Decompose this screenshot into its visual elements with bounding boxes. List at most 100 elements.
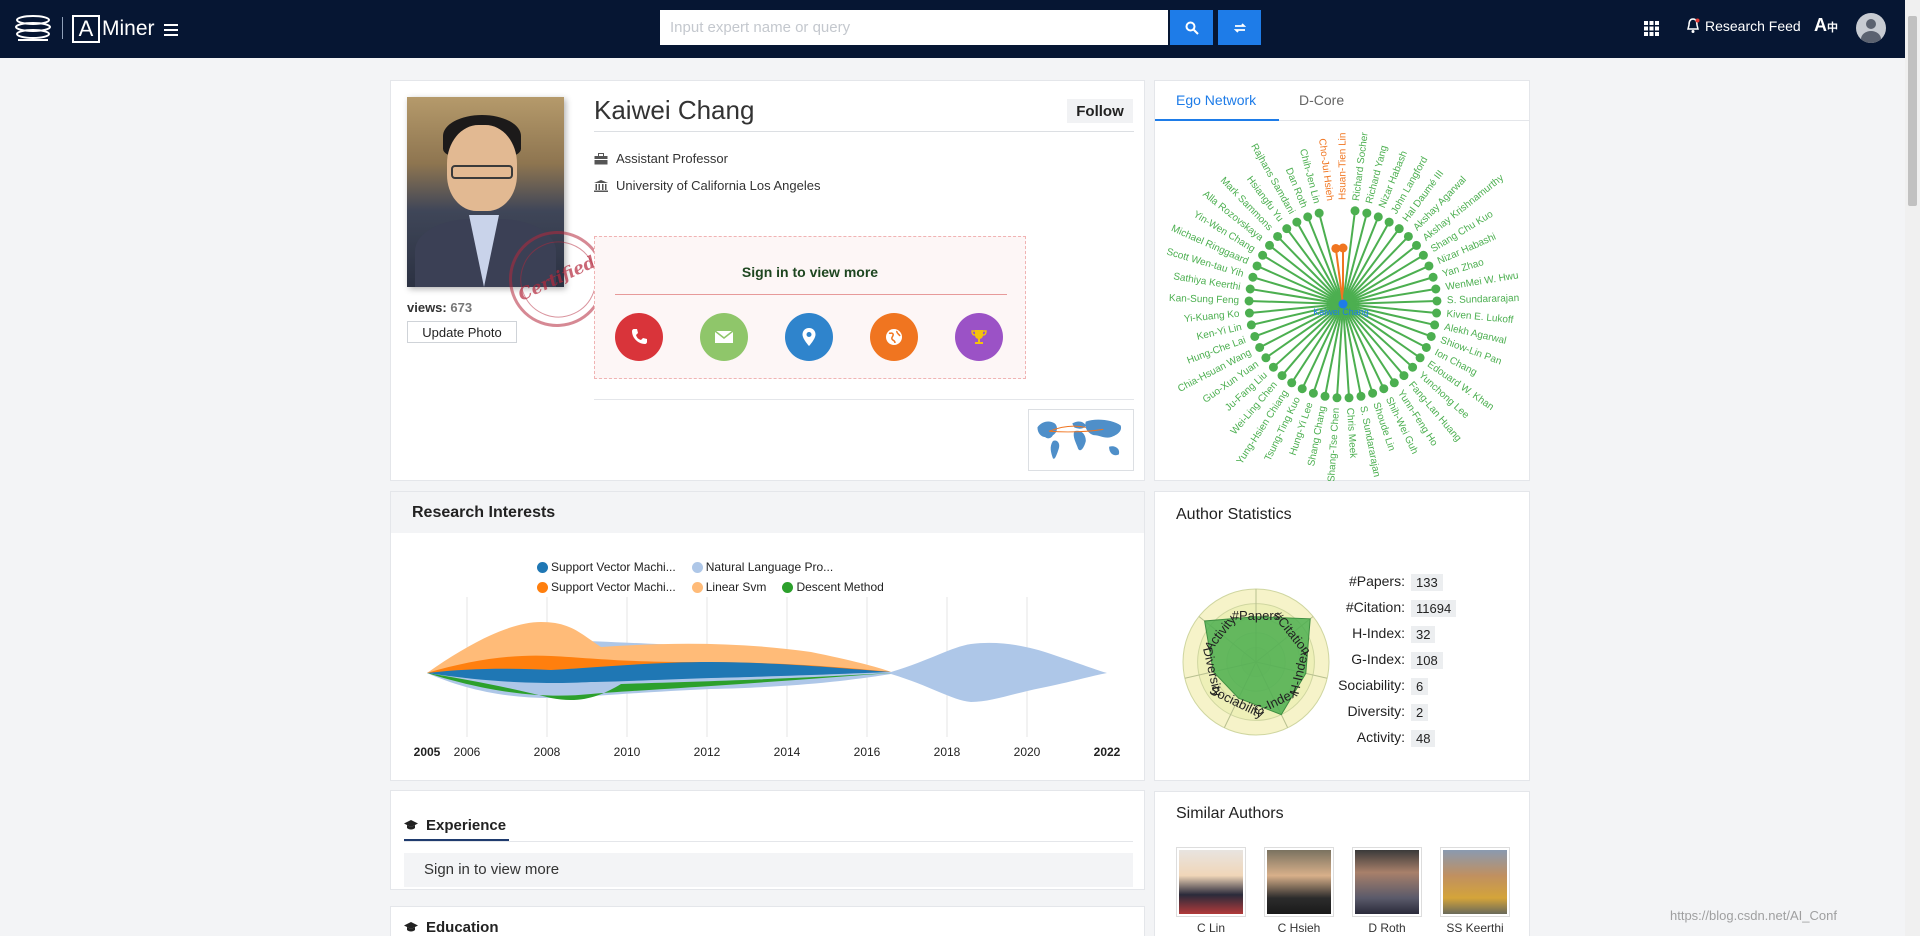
ego-node[interactable] — [1368, 388, 1378, 398]
ego-node[interactable] — [1314, 208, 1324, 218]
similar-author-photo — [1176, 847, 1246, 917]
ego-node-label[interactable]: Shang-Tse Chen — [1326, 407, 1342, 481]
ego-node[interactable] — [1432, 308, 1442, 318]
ego-node[interactable] — [1265, 240, 1275, 250]
phone-button[interactable] — [615, 313, 663, 361]
ego-node-label[interactable]: Hsuan-Tien Lin — [1338, 133, 1349, 200]
legend-item[interactable]: Descent Method — [782, 580, 884, 594]
page-scrollbar[interactable] — [1905, 0, 1920, 936]
ego-node[interactable] — [1287, 378, 1297, 388]
apps-grid-icon[interactable] — [1644, 21, 1659, 36]
position-row: Assistant Professor — [594, 151, 728, 166]
ego-node[interactable] — [1415, 353, 1425, 363]
follow-button[interactable]: Follow — [1067, 99, 1133, 123]
search-input[interactable] — [660, 10, 1168, 45]
ego-node[interactable] — [1273, 231, 1283, 241]
ego-node[interactable] — [1244, 308, 1254, 318]
ego-node[interactable] — [1418, 250, 1428, 260]
similar-author-item[interactable]: C Lin — [1176, 847, 1246, 935]
update-photo-button[interactable]: Update Photo — [407, 321, 517, 343]
research-interests-legend: Support Vector Machi... Natural Language … — [537, 560, 977, 600]
similar-author-name: C Hsieh — [1277, 921, 1321, 935]
ego-node-label[interactable]: S. Sundararajan — [1447, 293, 1520, 306]
x-axis-tick-label: 2016 — [854, 745, 881, 759]
ego-node[interactable] — [1297, 384, 1307, 394]
scrollbar-thumb[interactable] — [1908, 16, 1917, 206]
email-button[interactable] — [700, 313, 748, 361]
ego-network-tabs: Ego Network D-Core — [1155, 81, 1529, 121]
ego-node[interactable] — [1261, 353, 1271, 363]
ego-node[interactable] — [1252, 261, 1262, 271]
ego-node[interactable] — [1394, 224, 1404, 234]
switch-search-button[interactable] — [1218, 10, 1261, 45]
ego-node[interactable] — [1428, 272, 1438, 282]
sign-in-link[interactable]: Sign in to view more — [595, 264, 1025, 280]
research-feed-link[interactable]: Research Feed — [1686, 18, 1801, 34]
x-axis-tick-label: 2010 — [614, 745, 641, 759]
ego-node[interactable] — [1331, 243, 1341, 253]
ego-node[interactable] — [1350, 206, 1360, 216]
ego-node[interactable] — [1250, 331, 1260, 341]
ego-node-label[interactable]: Kan-Sung Feng — [1169, 293, 1239, 306]
location-button[interactable] — [785, 313, 833, 361]
ego-node-label[interactable]: Chris Meek — [1344, 407, 1358, 459]
acemap-logo-icon[interactable] — [14, 14, 52, 42]
ego-node[interactable] — [1268, 362, 1278, 372]
ego-node[interactable] — [1320, 391, 1330, 401]
ego-node[interactable] — [1399, 371, 1409, 381]
similar-author-item[interactable]: D Roth — [1352, 847, 1422, 935]
ego-node[interactable] — [1432, 296, 1442, 306]
ego-node[interactable] — [1356, 391, 1366, 401]
ego-node[interactable] — [1431, 284, 1441, 294]
ego-node[interactable] — [1245, 284, 1255, 294]
ego-node-label[interactable]: Yi-Kuang Ko — [1183, 309, 1240, 325]
ego-node[interactable] — [1292, 217, 1302, 227]
similar-author-item[interactable]: C Hsieh — [1264, 847, 1334, 935]
stat-label: H-Index: — [1352, 625, 1405, 641]
affiliation-text: University of California Los Angeles — [616, 178, 821, 193]
tab-d-core[interactable]: D-Core — [1299, 92, 1344, 108]
legend-item[interactable]: Linear Svm — [691, 580, 766, 594]
ego-node[interactable] — [1389, 378, 1399, 388]
globe-icon — [886, 329, 902, 345]
aminer-logo[interactable]: A Miner — [72, 12, 155, 46]
ego-node[interactable] — [1246, 320, 1256, 330]
ego-node[interactable] — [1411, 240, 1421, 250]
ego-node[interactable] — [1282, 224, 1292, 234]
ego-node[interactable] — [1373, 212, 1383, 222]
ego-node[interactable] — [1384, 217, 1394, 227]
ego-node[interactable] — [1303, 212, 1313, 222]
world-map-thumbnail[interactable] — [1028, 409, 1134, 471]
ego-node[interactable] — [1421, 342, 1431, 352]
ego-node[interactable] — [1255, 342, 1265, 352]
research-interests-streamgraph[interactable]: 2005 2006 2008 2010 2012 2014 2016 2018 2020 2022 — [391, 492, 1146, 782]
sign-in-divider — [615, 294, 1007, 295]
ego-node[interactable] — [1258, 250, 1268, 260]
ego-node[interactable] — [1344, 393, 1354, 403]
ego-node[interactable] — [1332, 393, 1342, 403]
experience-sign-in[interactable]: Sign in to view more — [404, 853, 1133, 887]
ego-node[interactable] — [1408, 362, 1418, 372]
ego-node[interactable] — [1379, 384, 1389, 394]
search-button[interactable] — [1170, 10, 1213, 45]
menu-icon[interactable] — [164, 24, 178, 36]
translate-icon[interactable]: A中 — [1814, 15, 1838, 36]
ego-node[interactable] — [1362, 208, 1372, 218]
homepage-button[interactable] — [870, 313, 918, 361]
similar-author-item[interactable]: SS Keerthi — [1440, 847, 1510, 935]
legend-item[interactable]: Support Vector Machi... — [537, 560, 676, 574]
ego-node[interactable] — [1430, 320, 1440, 330]
legend-item[interactable]: Natural Language Pro... — [691, 560, 833, 574]
ego-node[interactable] — [1424, 261, 1434, 271]
awards-button[interactable] — [955, 313, 1003, 361]
ego-network-graph[interactable]: Hsuan-Tien Lin Richard SocherRichard Yang… — [1155, 121, 1531, 481]
ego-node[interactable] — [1426, 331, 1436, 341]
ego-node[interactable] — [1244, 296, 1254, 306]
ego-node[interactable] — [1248, 272, 1258, 282]
ego-node[interactable] — [1308, 388, 1318, 398]
legend-item[interactable]: Support Vector Machi... — [537, 580, 676, 594]
user-avatar[interactable] — [1856, 13, 1886, 43]
ego-node[interactable] — [1277, 371, 1287, 381]
ego-node[interactable] — [1403, 231, 1413, 241]
tab-ego-network[interactable]: Ego Network — [1176, 92, 1256, 108]
